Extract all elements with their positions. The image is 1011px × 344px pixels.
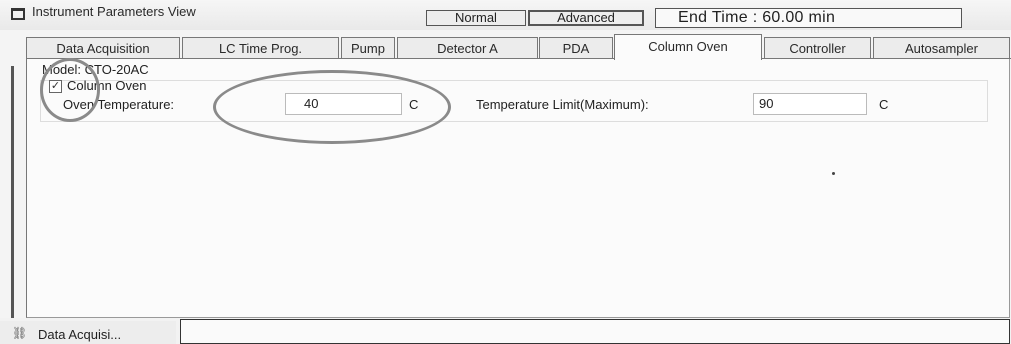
tab-controller[interactable]: Controller [764, 37, 871, 59]
temperature-limit-input[interactable]: 90 [753, 93, 867, 115]
instrument-parameters-window: Instrument Parameters View Normal Advanc… [0, 0, 1011, 344]
tab-strip: Data Acquisition LC Time Prog. Pump Dete… [26, 34, 1011, 60]
tab-data-acquisition[interactable]: Data Acquisition [26, 37, 180, 59]
temperature-limit-label: Temperature Limit(Maximum): [476, 97, 649, 112]
oven-temperature-unit: C [409, 97, 419, 112]
tab-pda[interactable]: PDA [539, 37, 613, 59]
normal-mode-button[interactable]: Normal [426, 10, 526, 26]
temperature-limit-unit: C [879, 97, 889, 112]
column-oven-checkbox[interactable]: ✓ [49, 80, 62, 93]
advanced-mode-button[interactable]: Advanced [528, 10, 644, 26]
bottom-tab-label: Data Acquisi... [38, 327, 122, 342]
tab-lc-time-prog[interactable]: LC Time Prog. [182, 37, 339, 59]
end-time-display: End Time : 60.00 min [655, 8, 962, 28]
title-bar: Instrument Parameters View Normal Advanc… [0, 0, 1011, 30]
window-title: Instrument Parameters View [32, 4, 196, 19]
stray-mark [832, 172, 835, 175]
panel-left-edge [11, 66, 14, 318]
tab-detector-a[interactable]: Detector A [397, 37, 538, 59]
column-oven-checkbox-label: Column Oven [67, 78, 147, 93]
oven-temperature-input[interactable]: 40 [285, 93, 402, 115]
bottom-status-field [180, 319, 1010, 344]
tab-autosampler[interactable]: Autosampler [873, 37, 1010, 59]
tab-pump[interactable]: Pump [341, 37, 395, 59]
oven-temperature-label: Oven Temperature: [63, 97, 175, 112]
window-icon [11, 8, 25, 20]
data-acquisition-icon: ⛓ [12, 326, 28, 340]
tab-column-oven[interactable]: Column Oven [614, 34, 762, 60]
model-label: Model: CTO-20AC [42, 62, 149, 77]
